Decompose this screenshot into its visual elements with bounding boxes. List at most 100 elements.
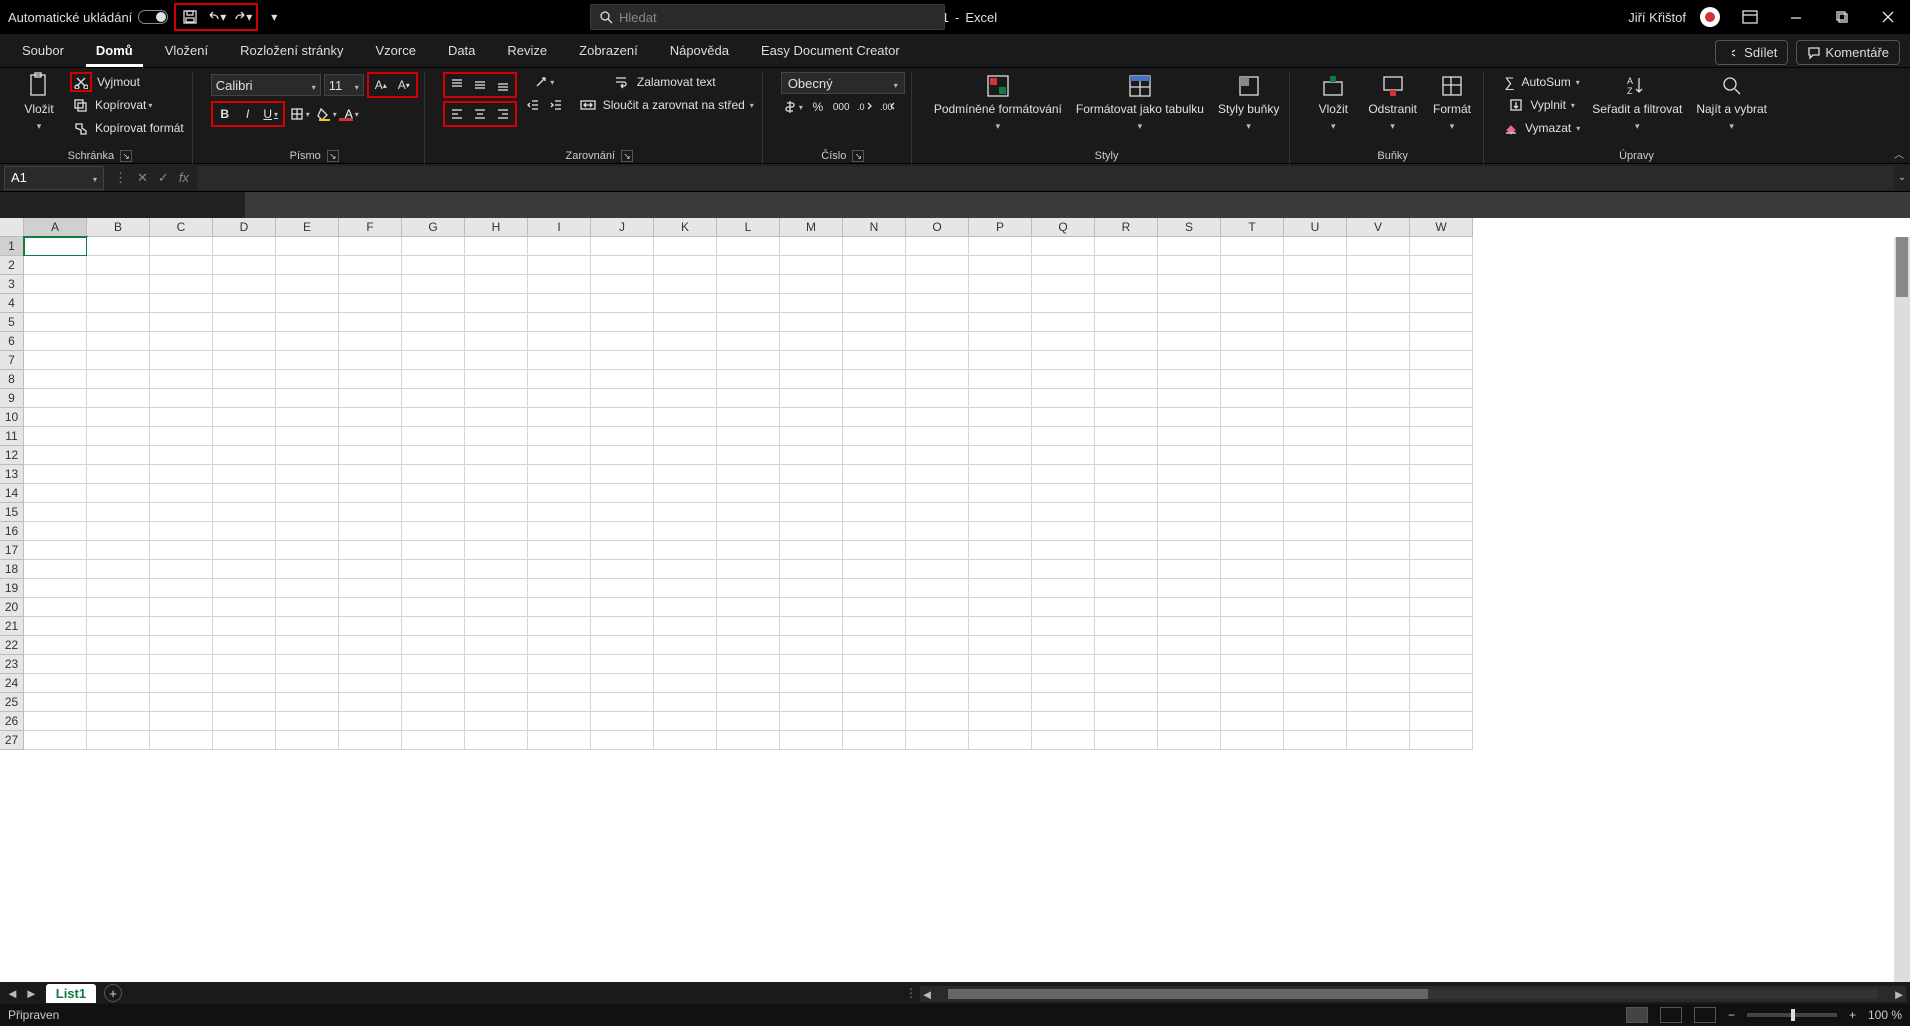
cell[interactable]	[780, 579, 843, 598]
cell[interactable]	[465, 389, 528, 408]
cell[interactable]	[1158, 256, 1221, 275]
cell[interactable]	[1158, 332, 1221, 351]
cell[interactable]	[24, 370, 87, 389]
cell[interactable]	[654, 237, 717, 256]
cell[interactable]	[87, 294, 150, 313]
cell[interactable]	[339, 351, 402, 370]
cell[interactable]	[87, 427, 150, 446]
cell[interactable]	[1095, 465, 1158, 484]
cell[interactable]	[276, 408, 339, 427]
cell[interactable]	[24, 617, 87, 636]
cell[interactable]	[213, 275, 276, 294]
cell[interactable]	[969, 655, 1032, 674]
cell[interactable]	[339, 256, 402, 275]
cell[interactable]	[1410, 427, 1473, 446]
cell[interactable]	[906, 427, 969, 446]
cell[interactable]	[1347, 408, 1410, 427]
cell[interactable]	[1347, 560, 1410, 579]
cell[interactable]	[339, 313, 402, 332]
borders-button[interactable]	[288, 104, 312, 124]
cell[interactable]	[1347, 484, 1410, 503]
cell[interactable]	[1221, 332, 1284, 351]
cell[interactable]	[654, 465, 717, 484]
percent-format-button[interactable]: %	[808, 97, 828, 117]
cell[interactable]	[402, 636, 465, 655]
cell[interactable]	[843, 731, 906, 750]
chevron-down-icon[interactable]	[1450, 118, 1455, 132]
cell[interactable]	[87, 484, 150, 503]
cell[interactable]	[780, 427, 843, 446]
cell[interactable]	[402, 294, 465, 313]
cell[interactable]	[591, 655, 654, 674]
cell[interactable]	[1158, 370, 1221, 389]
cut-label[interactable]: Vyjmout	[95, 72, 142, 92]
cell[interactable]	[780, 408, 843, 427]
cell[interactable]	[402, 541, 465, 560]
cell[interactable]	[1032, 579, 1095, 598]
cell[interactable]	[1284, 712, 1347, 731]
cell[interactable]	[1158, 313, 1221, 332]
cell[interactable]	[1095, 617, 1158, 636]
cell[interactable]	[276, 598, 339, 617]
cell[interactable]	[780, 370, 843, 389]
cell[interactable]	[1221, 674, 1284, 693]
chevron-down-icon[interactable]	[37, 118, 42, 132]
row-header[interactable]: 23	[0, 655, 24, 674]
cell[interactable]	[150, 693, 213, 712]
cell[interactable]	[213, 313, 276, 332]
cell[interactable]	[906, 408, 969, 427]
cell[interactable]	[1410, 313, 1473, 332]
cell[interactable]	[402, 522, 465, 541]
cell[interactable]	[402, 237, 465, 256]
select-all-corner[interactable]	[0, 218, 24, 237]
cell[interactable]	[717, 598, 780, 617]
cell[interactable]	[591, 389, 654, 408]
cell[interactable]	[528, 465, 591, 484]
cell[interactable]	[1284, 294, 1347, 313]
cell[interactable]	[1095, 712, 1158, 731]
cell[interactable]	[465, 693, 528, 712]
cell[interactable]	[150, 465, 213, 484]
cell[interactable]	[213, 693, 276, 712]
cell[interactable]	[780, 275, 843, 294]
cell[interactable]	[1095, 636, 1158, 655]
sheet-tab-active[interactable]: List1	[46, 984, 96, 1003]
cell[interactable]	[528, 446, 591, 465]
column-header[interactable]: O	[906, 218, 969, 237]
cell[interactable]	[591, 674, 654, 693]
cell[interactable]	[906, 370, 969, 389]
cell[interactable]	[717, 256, 780, 275]
format-cells-button[interactable]: Formát	[1427, 72, 1477, 133]
column-header[interactable]: F	[339, 218, 402, 237]
cell[interactable]	[591, 598, 654, 617]
cell[interactable]	[1284, 674, 1347, 693]
cell[interactable]	[1284, 617, 1347, 636]
cell[interactable]	[1410, 503, 1473, 522]
cell[interactable]	[1032, 503, 1095, 522]
cell[interactable]	[1158, 636, 1221, 655]
cell[interactable]	[213, 427, 276, 446]
cell[interactable]	[843, 275, 906, 294]
cell[interactable]	[906, 237, 969, 256]
cell[interactable]	[969, 237, 1032, 256]
cell[interactable]	[276, 484, 339, 503]
cell[interactable]	[150, 674, 213, 693]
cell[interactable]	[843, 465, 906, 484]
tab-domů[interactable]: Domů	[86, 37, 143, 67]
cell[interactable]	[654, 579, 717, 598]
cell[interactable]	[150, 351, 213, 370]
cell[interactable]	[1410, 617, 1473, 636]
cell[interactable]	[717, 389, 780, 408]
cell[interactable]	[1095, 256, 1158, 275]
cell[interactable]	[465, 731, 528, 750]
cell[interactable]	[150, 617, 213, 636]
cell[interactable]	[1158, 712, 1221, 731]
cell[interactable]	[465, 408, 528, 427]
cell[interactable]	[717, 237, 780, 256]
cell[interactable]	[1158, 598, 1221, 617]
column-header[interactable]: M	[780, 218, 843, 237]
cell[interactable]	[1347, 579, 1410, 598]
redo-button[interactable]: ▾	[232, 7, 252, 27]
cell[interactable]	[24, 408, 87, 427]
cell[interactable]	[1347, 446, 1410, 465]
